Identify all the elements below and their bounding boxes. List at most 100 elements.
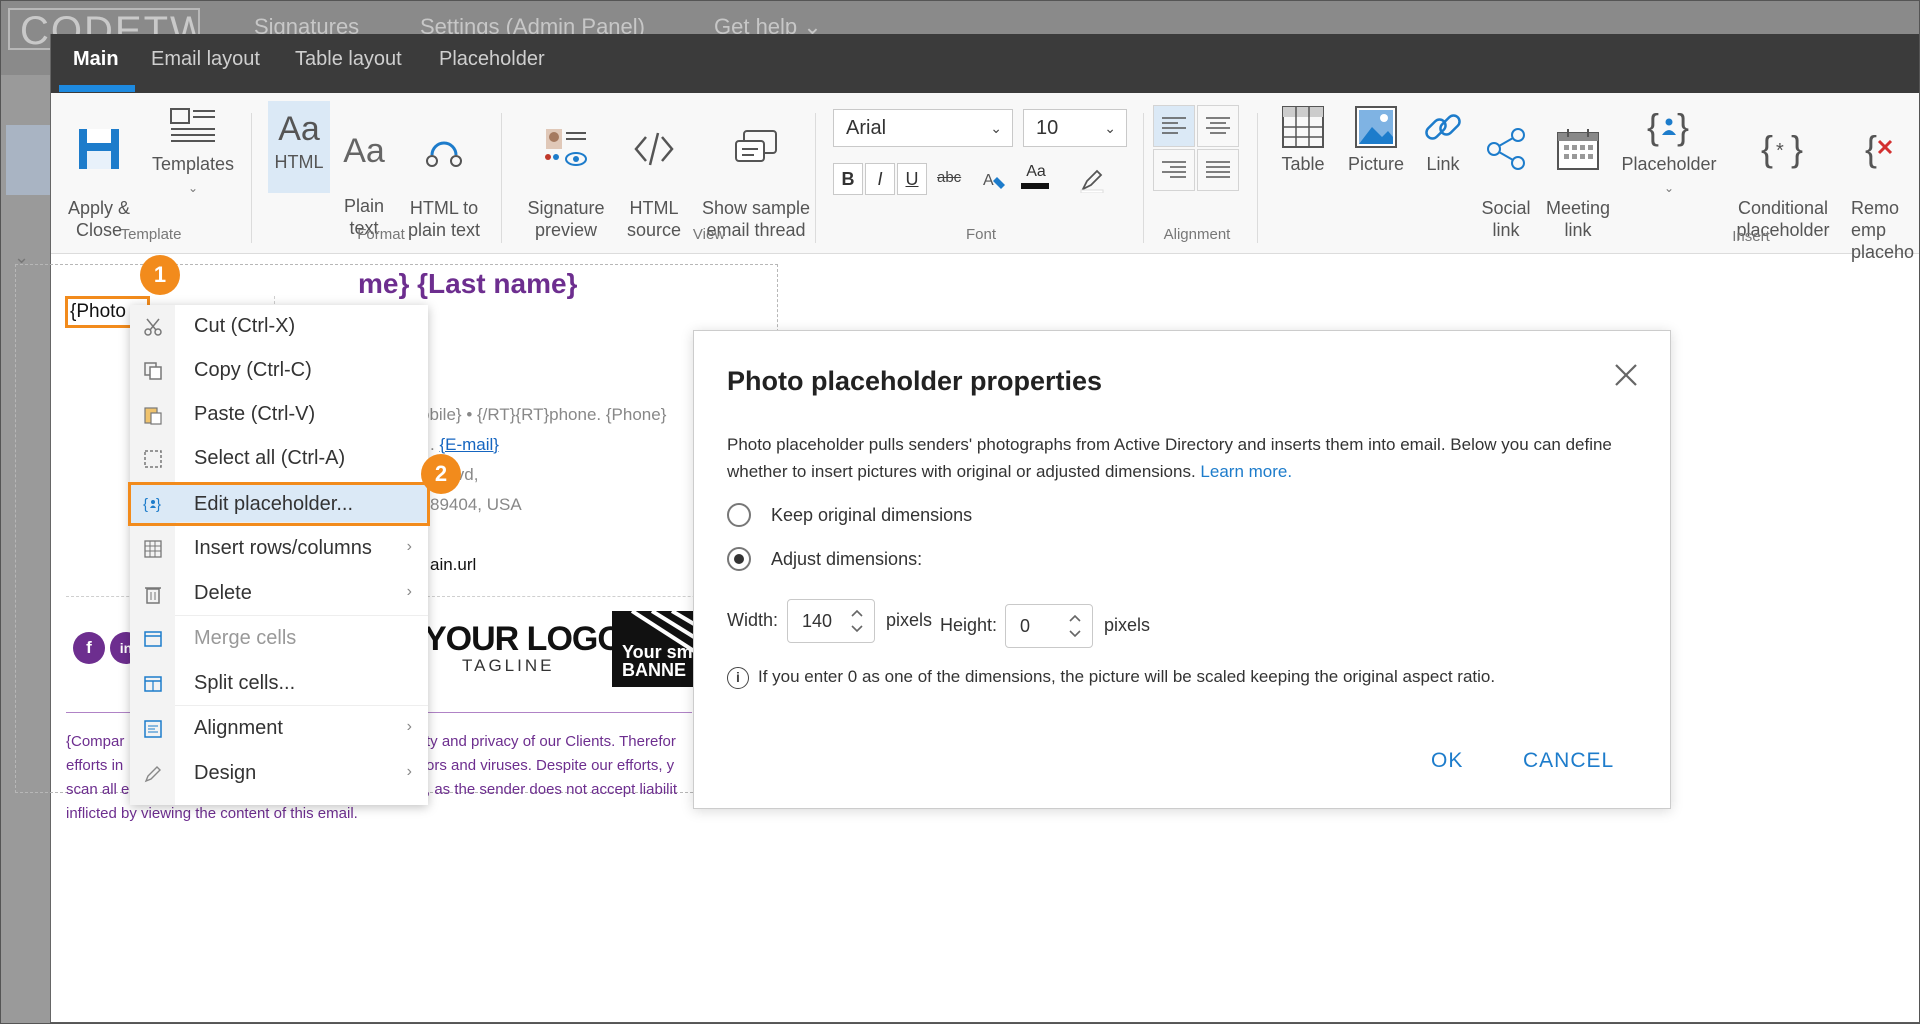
facebook-icon[interactable]: f bbox=[73, 632, 105, 664]
disclaimer-line-1[interactable]: {Compar bbox=[66, 733, 124, 750]
strikethrough-button[interactable]: abc bbox=[937, 169, 961, 186]
sidebar-selected-block bbox=[6, 125, 50, 195]
keep-original-label[interactable]: Keep original dimensions bbox=[771, 505, 972, 526]
font-color-button[interactable]: Aa bbox=[1021, 163, 1051, 189]
templates-button[interactable]: Templates ⌄ bbox=[143, 105, 243, 199]
spinner-arrows-icon[interactable] bbox=[850, 606, 864, 636]
chat-bubbles-icon bbox=[735, 130, 777, 162]
tab-main[interactable]: Main bbox=[73, 48, 119, 71]
width-value: 140 bbox=[802, 611, 833, 631]
html-to-plain-text-button[interactable]: HTML to plain text bbox=[399, 105, 489, 241]
html-format-button[interactable]: Aa HTML bbox=[268, 101, 330, 193]
tab-table-layout[interactable]: Table layout bbox=[295, 48, 402, 71]
highlight-pen-icon[interactable] bbox=[1079, 167, 1105, 193]
context-menu-item-cut[interactable]: Cut (Ctrl-X) bbox=[130, 305, 428, 349]
paste-icon bbox=[143, 405, 163, 425]
ribbon-tab-bar: Main Email layout Table layout Placehold… bbox=[51, 34, 1920, 93]
cancel-button[interactable]: CANCEL bbox=[1523, 749, 1614, 773]
context-menu-item-paste[interactable]: Paste (Ctrl-V) bbox=[130, 393, 428, 437]
insert-conditional-placeholder-button[interactable]: {} * Conditional placeholder bbox=[1727, 105, 1839, 241]
context-menu-label: Edit placeholder... bbox=[194, 493, 353, 515]
placeholder-label: Placeholder bbox=[1621, 154, 1717, 174]
disclaimer-right-2[interactable]: ors and viruses. Despite our efforts, y bbox=[426, 757, 674, 774]
templates-label: Templates bbox=[151, 154, 235, 174]
insert-picture-button[interactable]: Picture bbox=[1341, 105, 1411, 175]
learn-more-link[interactable]: Learn more. bbox=[1200, 462, 1292, 481]
context-menu-label: Split cells... bbox=[194, 672, 296, 694]
signature-preview-button[interactable]: Signature preview bbox=[521, 105, 611, 241]
signature-name-line[interactable]: me} {Last name} bbox=[358, 268, 577, 300]
disclaimer-line-2[interactable]: efforts in bbox=[66, 757, 123, 774]
chevron-right-icon: › bbox=[406, 583, 412, 600]
height-input[interactable]: 0 bbox=[1005, 604, 1093, 648]
align-left-button[interactable] bbox=[1153, 105, 1195, 147]
adjust-dimensions-radio[interactable] bbox=[727, 547, 751, 571]
align-justify-button[interactable] bbox=[1197, 149, 1239, 191]
align-center-button[interactable] bbox=[1197, 105, 1239, 147]
context-menu: Cut (Ctrl-X) Copy (Ctrl-C) Paste (Ctrl-V) S… bbox=[128, 305, 430, 805]
trash-icon bbox=[143, 584, 163, 604]
plain-text-button[interactable]: Aa Plain text bbox=[334, 101, 394, 239]
context-menu-item-insert-rows-columns[interactable]: Insert rows/columns › bbox=[130, 527, 428, 571]
adjust-dimensions-label[interactable]: Adjust dimensions: bbox=[771, 549, 922, 570]
spinner-arrows-icon[interactable] bbox=[1068, 611, 1082, 641]
link-icon bbox=[1425, 114, 1461, 140]
insert-placeholder-button[interactable]: {} Placeholder ⌄ bbox=[1619, 105, 1719, 199]
merge-cells-icon bbox=[143, 629, 163, 649]
tab-email-layout[interactable]: Email layout bbox=[151, 48, 260, 71]
svg-text:}: } bbox=[1791, 128, 1803, 169]
html-source-button[interactable]: HTML source bbox=[619, 105, 689, 241]
keep-original-radio[interactable] bbox=[727, 503, 751, 527]
context-menu-label: Copy (Ctrl-C) bbox=[194, 359, 312, 381]
context-menu-item-select-all[interactable]: Select all (Ctrl-A) bbox=[130, 437, 428, 481]
signature-email-line[interactable]: . {E-mail} bbox=[430, 435, 499, 455]
signature-url-line[interactable]: ain.url bbox=[430, 555, 476, 575]
context-menu-item-split-cells[interactable]: Split cells... bbox=[130, 662, 428, 706]
signature-zip-line[interactable]: 89404, USA bbox=[430, 495, 522, 515]
font-family-select[interactable]: Arial ⌄ bbox=[833, 109, 1013, 147]
show-sample-thread-button[interactable]: Show sample email thread bbox=[697, 105, 815, 241]
ok-button[interactable]: OK bbox=[1431, 749, 1463, 773]
context-menu-item-alignment[interactable]: Alignment › bbox=[130, 707, 428, 751]
insert-meeting-link-button[interactable]: Meeting link bbox=[1541, 105, 1615, 241]
font-size-select[interactable]: 10 ⌄ bbox=[1023, 109, 1127, 147]
banner-image[interactable]: Your sm BANNE bbox=[612, 611, 694, 687]
align-right-icon bbox=[1162, 161, 1186, 178]
svg-text:}: } bbox=[1677, 106, 1689, 147]
context-menu-item-delete[interactable]: Delete › bbox=[130, 572, 428, 616]
close-icon[interactable] bbox=[1612, 361, 1640, 389]
remove-empty-placeholders-button[interactable]: { Remo emp placeho bbox=[1851, 105, 1920, 263]
disclaimer-right-1[interactable]: ty and privacy of our Clients. Therefor bbox=[426, 733, 676, 750]
apply-close-button[interactable]: Apply & Close bbox=[59, 105, 139, 241]
insert-table-button[interactable]: Table bbox=[1269, 105, 1337, 175]
disclaimer-right-3[interactable]: , as the sender does not accept liabilit bbox=[426, 781, 677, 798]
signature-phone-line[interactable]: obile} • {/RT}{RT}phone. {Phone} bbox=[420, 405, 666, 425]
menu-divider bbox=[175, 615, 428, 616]
disclaimer-line-3[interactable]: scan all e bbox=[66, 781, 129, 798]
context-menu-item-copy[interactable]: Copy (Ctrl-C) bbox=[130, 349, 428, 393]
underline-button[interactable]: U bbox=[897, 163, 927, 195]
templates-icon bbox=[170, 108, 215, 142]
clear-format-icon[interactable]: A bbox=[981, 167, 1007, 193]
table-icon bbox=[1282, 106, 1324, 148]
insert-link-button[interactable]: Link bbox=[1415, 105, 1471, 175]
company-logo[interactable]: YOUR LOGO bbox=[424, 620, 624, 659]
context-menu-item-design[interactable]: Design › bbox=[130, 752, 428, 796]
insert-social-link-button[interactable]: Social link bbox=[1475, 105, 1537, 241]
disclaimer-line-4[interactable]: inflicted by viewing the content of this… bbox=[66, 805, 358, 822]
font-family-value: Arial bbox=[846, 117, 887, 139]
link-label: Link bbox=[1426, 154, 1460, 174]
font-size-value: 10 bbox=[1036, 117, 1059, 139]
svg-text:{: { bbox=[143, 496, 148, 513]
email-placeholder-link[interactable]: {E-mail} bbox=[439, 435, 499, 454]
ribbon-separator bbox=[815, 113, 816, 243]
remove-empty-label: Remo emp placeho bbox=[1851, 198, 1915, 262]
bold-button[interactable]: B bbox=[833, 163, 863, 195]
align-right-button[interactable] bbox=[1153, 149, 1195, 191]
step-badge-2: 2 bbox=[421, 454, 461, 494]
width-input[interactable]: 140 bbox=[787, 599, 875, 643]
context-menu-item-edit-placeholder[interactable]: {} Edit placeholder... bbox=[128, 482, 430, 526]
italic-button[interactable]: I bbox=[865, 163, 895, 195]
tab-placeholder[interactable]: Placeholder bbox=[439, 48, 545, 71]
placeholder-icon: {} bbox=[143, 494, 163, 514]
